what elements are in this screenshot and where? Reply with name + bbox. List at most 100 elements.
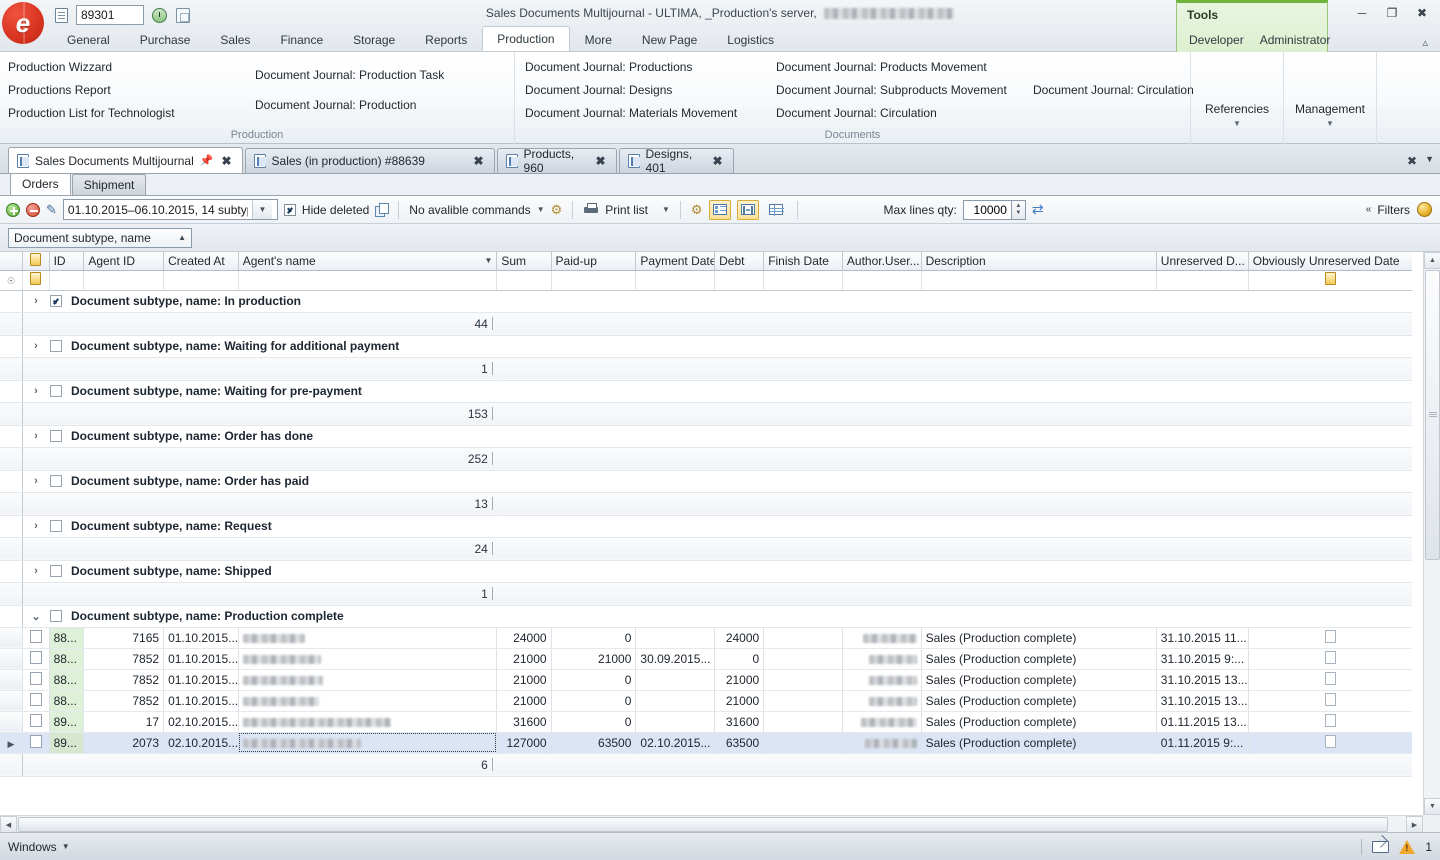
row-checkbox[interactable] bbox=[29, 734, 42, 748]
group-checkbox[interactable] bbox=[49, 565, 62, 577]
filters-label[interactable]: Filters bbox=[1377, 203, 1410, 217]
cell-unreserved-d[interactable]: 31.10.2015 13... bbox=[1156, 690, 1249, 712]
column-header-debt[interactable]: Debt bbox=[714, 252, 765, 271]
row-checkbox[interactable] bbox=[29, 713, 42, 727]
filter-cell-agent-id[interactable] bbox=[83, 270, 165, 291]
doc-tab-sales-documents-multijournal[interactable]: Sales Documents Multijournal 📌 ✖ bbox=[8, 147, 243, 173]
cell-id[interactable]: 89... bbox=[49, 732, 85, 754]
cell-obviously-unreserved-date[interactable] bbox=[1248, 648, 1412, 670]
cell-paid-up[interactable]: 0 bbox=[551, 690, 637, 712]
ribbon-item-dj-production-task[interactable]: Document Journal: Production Task bbox=[255, 68, 444, 82]
cell-debt[interactable]: 63500 bbox=[714, 732, 765, 754]
group-by-chip-document-subtype[interactable]: Document subtype, name ▲ bbox=[8, 227, 192, 248]
cell-description[interactable]: Sales (Production complete) bbox=[921, 690, 1157, 712]
cell-unreserved-d[interactable]: 01.11.2015 9:... bbox=[1156, 732, 1249, 754]
cell-agent-name[interactable] bbox=[238, 669, 498, 691]
ribbon-button-referencies[interactable]: Referencies ▼ bbox=[1191, 52, 1284, 144]
hide-deleted-checkbox[interactable] bbox=[283, 203, 296, 216]
cell-created-at[interactable]: 02.10.2015... bbox=[163, 711, 239, 733]
row-checkbox[interactable] bbox=[29, 629, 42, 643]
ribbon-item-dj-productions[interactable]: Document Journal: Productions bbox=[525, 60, 692, 74]
cell-sum[interactable]: 21000 bbox=[496, 690, 552, 712]
cell-sum[interactable]: 21000 bbox=[496, 648, 552, 670]
ribbon-tab-new-page[interactable]: New Page bbox=[627, 27, 712, 51]
clock-icon[interactable] bbox=[150, 6, 168, 24]
cell-paid-up[interactable]: 63500 bbox=[551, 732, 637, 754]
tab-shipment[interactable]: Shipment bbox=[71, 174, 147, 195]
group-row[interactable]: ⌄ Document subtype, name: Production comp… bbox=[0, 605, 1412, 628]
copy-icon[interactable] bbox=[375, 203, 390, 217]
commands-dropdown-label[interactable]: No avalible commands bbox=[409, 203, 530, 217]
expand-group-icon[interactable]: › bbox=[31, 565, 41, 577]
chevron-up-icon[interactable]: ▵ bbox=[1422, 36, 1428, 49]
column-header-paid-up[interactable]: Paid-up bbox=[551, 252, 637, 271]
cell-unreserved-d[interactable]: 31.10.2015 9:... bbox=[1156, 648, 1249, 670]
cell-payment-date[interactable] bbox=[635, 711, 716, 733]
group-row-content[interactable]: ⌄ Document subtype, name: Production comp… bbox=[22, 605, 1412, 628]
max-lines-stepper[interactable]: ▲▼ bbox=[962, 199, 1026, 220]
cell-checkbox[interactable] bbox=[1324, 671, 1336, 685]
filter-cell-obviously-unreserved-date[interactable] bbox=[1248, 270, 1412, 291]
row-checkbox-cell[interactable] bbox=[22, 711, 50, 733]
filter-cell-author-user[interactable] bbox=[842, 270, 922, 291]
cell-paid-up[interactable]: 0 bbox=[551, 711, 637, 733]
doc-tab-designs[interactable]: Designs, 401 ✖ bbox=[618, 147, 734, 175]
column-header-select-all[interactable] bbox=[22, 252, 50, 271]
expand-group-icon[interactable]: › bbox=[31, 475, 41, 487]
close-icon[interactable]: ✖ bbox=[710, 154, 724, 168]
cell-created-at[interactable]: 01.10.2015... bbox=[163, 690, 239, 712]
expand-group-icon[interactable]: › bbox=[31, 385, 41, 397]
ribbon-tab-more[interactable]: More bbox=[570, 27, 627, 51]
horizontal-scroll-thumb[interactable] bbox=[18, 817, 1388, 832]
group-row[interactable]: › Document subtype, name: In production bbox=[0, 290, 1412, 313]
ribbon-tab-production[interactable]: Production bbox=[482, 26, 570, 51]
cell-checkbox[interactable] bbox=[1324, 734, 1336, 748]
group-checkbox[interactable] bbox=[49, 520, 62, 532]
filter-cell-description[interactable] bbox=[921, 270, 1157, 291]
cell-debt[interactable]: 0 bbox=[714, 648, 765, 670]
vertical-scrollbar[interactable]: ▲ ▼ bbox=[1423, 252, 1440, 815]
ribbon-item-dj-products-movement[interactable]: Document Journal: Products Movement bbox=[776, 60, 987, 74]
row-checkbox-cell[interactable] bbox=[22, 627, 50, 649]
cell-author-user[interactable] bbox=[842, 690, 922, 712]
group-row[interactable]: › Document subtype, name: Order has done bbox=[0, 425, 1412, 448]
group-row-content[interactable]: › Document subtype, name: Request bbox=[22, 515, 1412, 538]
column-header-unreserved-d[interactable]: Unreserved D... bbox=[1156, 252, 1249, 271]
tab-orders[interactable]: Orders bbox=[10, 173, 71, 195]
envelope-icon[interactable] bbox=[1372, 840, 1390, 853]
group-row-content[interactable]: › Document subtype, name: Waiting for add… bbox=[22, 335, 1412, 358]
cell-unreserved-d[interactable]: 01.11.2015 13... bbox=[1156, 711, 1249, 733]
cell-author-user[interactable] bbox=[842, 711, 922, 733]
row-checkbox-cell[interactable] bbox=[22, 732, 50, 754]
cell-agent-id[interactable]: 7165 bbox=[83, 627, 165, 649]
cell-obviously-unreserved-date[interactable] bbox=[1248, 711, 1412, 733]
cell-payment-date[interactable]: 30.09.2015... bbox=[635, 648, 716, 670]
filter-cell-paid-up[interactable] bbox=[551, 270, 637, 291]
cell-author-user[interactable] bbox=[842, 732, 922, 754]
ribbon-tab-administrator[interactable]: Administrator bbox=[1252, 28, 1339, 52]
edit-record-icon[interactable]: ✎ bbox=[46, 202, 57, 218]
ribbon-tab-purchase[interactable]: Purchase bbox=[125, 27, 206, 51]
grid-filter-row[interactable]: ☉ bbox=[0, 270, 1412, 291]
table-row[interactable]: 88... 7852 01.10.2015... 21000 0 21000 Sales (… bbox=[0, 690, 1412, 712]
document-icon[interactable] bbox=[52, 6, 70, 24]
stepper-up-icon[interactable]: ▲ bbox=[1015, 203, 1021, 210]
cell-unreserved-d[interactable]: 31.10.2015 13... bbox=[1156, 669, 1249, 691]
cell-finish-date[interactable] bbox=[763, 732, 843, 754]
chevron-down-icon[interactable]: ▼ bbox=[1425, 154, 1434, 168]
close-icon[interactable]: ✖ bbox=[593, 154, 607, 168]
cell-finish-date[interactable] bbox=[763, 711, 843, 733]
ribbon-item-dj-subproducts-movement[interactable]: Document Journal: Subproducts Movement bbox=[776, 83, 1007, 97]
period-selector[interactable]: ▼ bbox=[62, 199, 278, 220]
group-row[interactable]: › Document subtype, name: Waiting for add… bbox=[0, 335, 1412, 358]
group-checkbox[interactable] bbox=[49, 295, 62, 307]
autofit-columns-toggle[interactable] bbox=[736, 199, 759, 220]
group-row[interactable]: › Document subtype, name: Request bbox=[0, 515, 1412, 538]
cell-agent-id[interactable]: 7852 bbox=[83, 690, 165, 712]
ribbon-tab-reports[interactable]: Reports bbox=[410, 27, 482, 51]
ribbon-button-management[interactable]: Management ▼ bbox=[1284, 52, 1377, 144]
filter-cell-sum[interactable] bbox=[496, 270, 552, 291]
cell-description[interactable]: Sales (Production complete) bbox=[921, 627, 1157, 649]
cell-paid-up[interactable]: 21000 bbox=[551, 648, 637, 670]
stepper-buttons[interactable]: ▲ ▼ bbox=[1010, 199, 1026, 220]
